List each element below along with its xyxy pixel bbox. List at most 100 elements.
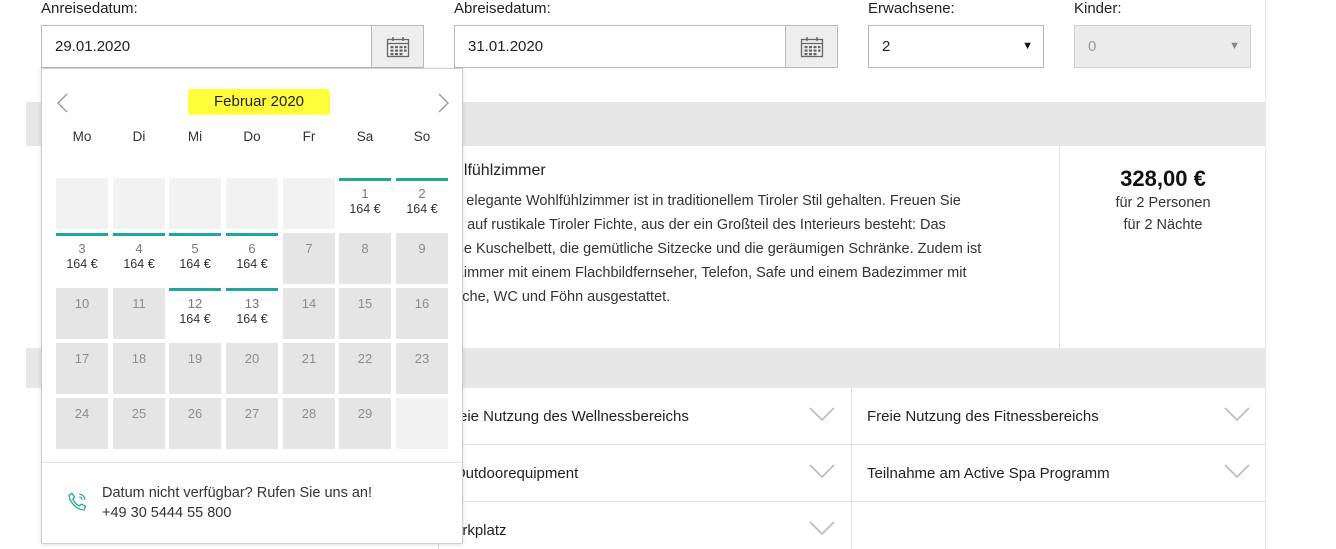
dropdown-arrow-icon: ▼ bbox=[1022, 40, 1033, 52]
calendar-day-price: 164 € bbox=[236, 257, 268, 271]
calendar-day-number: 22 bbox=[357, 351, 373, 366]
room-description-line: n auf rustikale Tiroler Fichte, aus der … bbox=[455, 217, 946, 233]
room-description-line: Zimmer mit einem Flachbildfernseher, Tel… bbox=[455, 265, 967, 281]
calendar-day-price: 164 € bbox=[179, 257, 211, 271]
amenity-active-spa[interactable]: Teilnahme am Active Spa Programm bbox=[851, 445, 1266, 502]
calendar-day-unavailable: 29 bbox=[339, 398, 391, 449]
dropdown-arrow-icon: ▼ bbox=[1229, 40, 1240, 52]
calendar-day-unavailable: 18 bbox=[113, 343, 165, 394]
room-title: hlfühlzimmer bbox=[455, 162, 546, 179]
calendar-day-unavailable: 24 bbox=[56, 398, 108, 449]
calendar-empty-cell bbox=[283, 178, 335, 229]
calendar-day-available[interactable]: 12 164 € bbox=[169, 288, 221, 339]
calendar-day-unavailable: 22 bbox=[339, 343, 391, 394]
calendar-day-number: 4 bbox=[135, 241, 143, 256]
arrival-date-field[interactable]: 29.01.2020 bbox=[41, 25, 424, 68]
calendar-day-number: 5 bbox=[191, 241, 199, 256]
phone-icon bbox=[68, 492, 87, 511]
calendar-day-price: 164 € bbox=[236, 312, 268, 326]
calendar-day-number: 12 bbox=[187, 296, 203, 311]
unavailable-hint: Datum nicht verfügbar? Rufen Sie uns an! bbox=[102, 485, 373, 501]
calendar-day-unavailable: 23 bbox=[396, 343, 448, 394]
children-value: 0 bbox=[1088, 38, 1097, 55]
arrival-calendar-button[interactable] bbox=[371, 26, 423, 67]
chevron-left-icon[interactable] bbox=[56, 93, 68, 113]
adults-value: 2 bbox=[882, 38, 891, 55]
calendar-day-number: 26 bbox=[187, 406, 203, 421]
calendar-day-unavailable: 25 bbox=[113, 398, 165, 449]
calendar-day-number: 1 bbox=[361, 186, 369, 201]
weekday-header: Do bbox=[243, 129, 261, 144]
chevron-down-icon bbox=[1224, 407, 1250, 422]
calendar-day-number: 20 bbox=[244, 351, 260, 366]
calendar-day-price: 164 € bbox=[406, 202, 438, 216]
departure-date-field[interactable]: 31.01.2020 bbox=[454, 25, 838, 68]
children-select[interactable]: 0 ▼ bbox=[1074, 25, 1251, 68]
weekday-header: Di bbox=[132, 129, 146, 144]
calendar-day-unavailable: 7 bbox=[283, 233, 335, 284]
calendar-day-number: 8 bbox=[361, 241, 369, 256]
calendar-day-available[interactable]: 6 164 € bbox=[226, 233, 278, 284]
phone-number[interactable]: +49 30 5444 55 800 bbox=[102, 503, 372, 523]
calendar-day-number: 27 bbox=[244, 406, 260, 421]
chevron-right-icon[interactable] bbox=[438, 93, 450, 113]
adults-select[interactable]: 2 ▼ bbox=[868, 25, 1044, 68]
calendar-day-number: 3 bbox=[78, 241, 86, 256]
calendar-day-unavailable: 19 bbox=[169, 343, 221, 394]
weekday-header: Mo bbox=[72, 129, 92, 144]
departure-calendar-button[interactable] bbox=[785, 26, 837, 67]
calendar-day-unavailable: 20 bbox=[226, 343, 278, 394]
calendar-day-available[interactable]: 1 164 € bbox=[339, 178, 391, 229]
amenity-fitness[interactable]: Freie Nutzung des Fitnessbereichs bbox=[851, 388, 1266, 445]
calendar-day-unavailable: 15 bbox=[339, 288, 391, 339]
calendar-day-number: 16 bbox=[414, 296, 430, 311]
chevron-down-icon bbox=[809, 521, 835, 536]
calendar-day-available[interactable]: 3 164 € bbox=[56, 233, 108, 284]
amenity-outdoor[interactable]: Outdoorequipment bbox=[438, 445, 851, 502]
calendar-empty-cell bbox=[226, 178, 278, 229]
calendar-day-available[interactable]: 4 164 € bbox=[113, 233, 165, 284]
weekday-header: So bbox=[413, 129, 431, 144]
arrival-label: Anreisedatum: bbox=[41, 0, 138, 17]
amenity-wellness[interactable]: reie Nutzung des Wellnessbereichs bbox=[438, 388, 851, 445]
room-price: 328,00 € bbox=[1120, 166, 1206, 191]
calendar-day-number: 19 bbox=[187, 351, 203, 366]
arrival-date-value: 29.01.2020 bbox=[55, 38, 131, 55]
calendar-day-number: 23 bbox=[414, 351, 430, 366]
departure-label: Abreisedatum: bbox=[454, 0, 551, 17]
calendar-day-unavailable: 28 bbox=[283, 398, 335, 449]
calendar-day-unavailable: 27 bbox=[226, 398, 278, 449]
departure-date-value: 31.01.2020 bbox=[468, 38, 544, 55]
calendar-day-unavailable: 21 bbox=[283, 343, 335, 394]
children-label: Kinder: bbox=[1074, 0, 1122, 17]
calendar-day-price: 164 € bbox=[179, 312, 211, 326]
room-description: s elegante Wohlfühlzimmer ist in traditi… bbox=[455, 189, 1055, 309]
calendar-day-number: 21 bbox=[301, 351, 317, 366]
calendar-day-number: 25 bbox=[131, 406, 147, 421]
room-description-line: s elegante Wohlfühlzimmer ist in traditi… bbox=[455, 193, 961, 209]
calendar-day-number: 9 bbox=[418, 241, 426, 256]
calendar-day-number: 7 bbox=[305, 241, 313, 256]
calendar-day-number: 11 bbox=[132, 296, 146, 311]
amenity-parking[interactable]: arkplatz bbox=[438, 502, 851, 549]
calendar-day-unavailable: 26 bbox=[169, 398, 221, 449]
calendar-day-unavailable: 11 bbox=[113, 288, 165, 339]
price-nights: für 2 Nächte bbox=[1123, 217, 1203, 233]
calendar-day-price: 164 € bbox=[66, 257, 98, 271]
adults-label: Erwachsene: bbox=[868, 0, 955, 17]
room-description-line: ße Kuschelbett, die gemütliche Sitzecke … bbox=[455, 241, 982, 257]
calendar-day-available[interactable]: 5 164 € bbox=[169, 233, 221, 284]
booking-page: Anreisedatum: 29.01.2020 Abreisedatum: 3… bbox=[0, 0, 1336, 549]
calendar-day-available[interactable]: 2 164 € bbox=[396, 178, 448, 229]
amenity-label: reie Nutzung des Wellnessbereichs bbox=[454, 408, 689, 425]
chevron-down-icon bbox=[809, 407, 835, 422]
datepicker-popup: Februar 2020 Mo Di Mi Do Fr Sa So 1 164 €2 164 €3… bbox=[41, 68, 463, 544]
calendar-empty-cell bbox=[56, 178, 108, 229]
chevron-down-icon bbox=[1224, 464, 1250, 479]
datepicker-footer-message: Datum nicht verfügbar? Rufen Sie uns an!… bbox=[102, 483, 372, 523]
weekday-header: Sa bbox=[356, 129, 374, 144]
calendar-day-number: 13 bbox=[244, 296, 260, 311]
calendar-day-number: 24 bbox=[74, 406, 90, 421]
calendar-day-unavailable: 16 bbox=[396, 288, 448, 339]
calendar-day-available[interactable]: 13 164 € bbox=[226, 288, 278, 339]
